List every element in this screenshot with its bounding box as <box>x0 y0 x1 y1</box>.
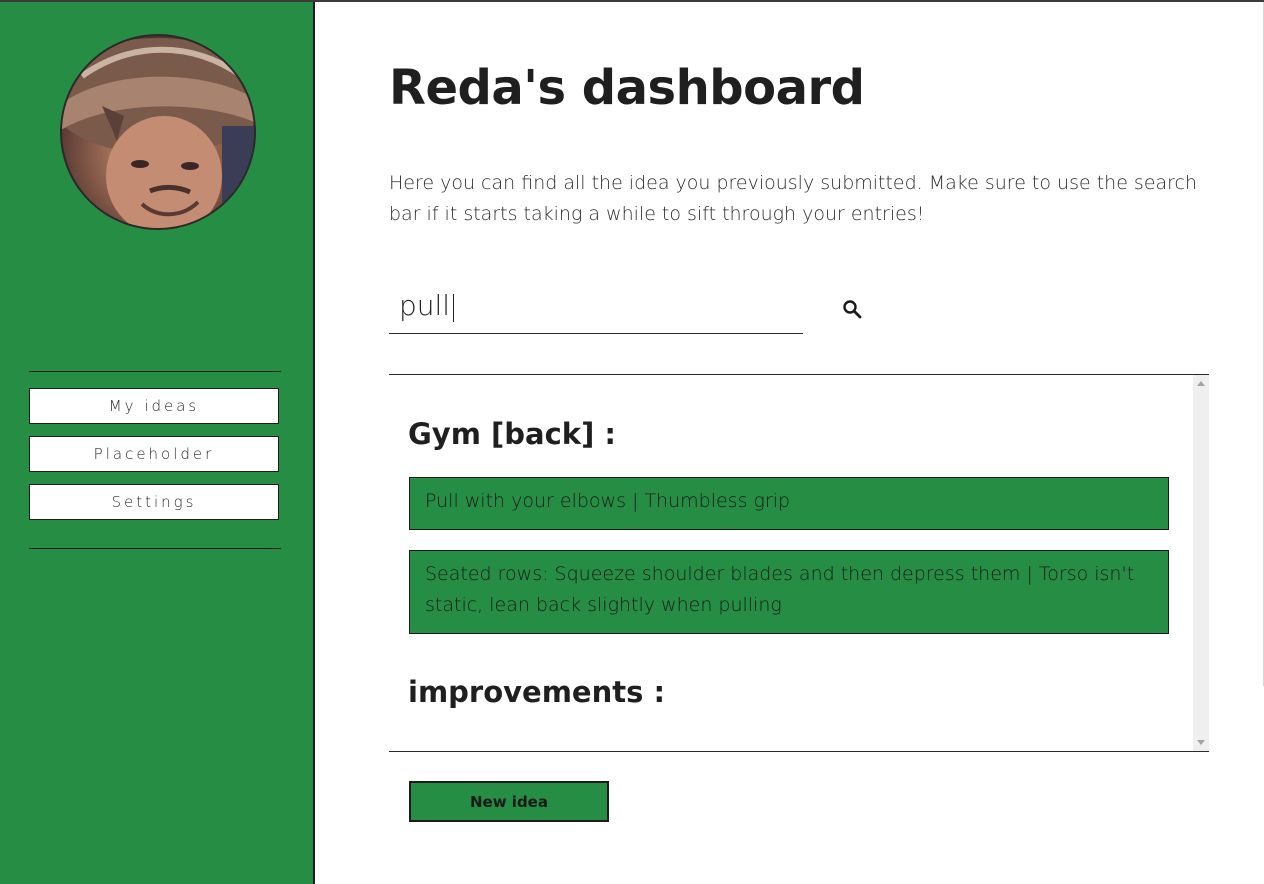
sidebar-item-my-ideas[interactable]: My ideas <box>29 388 279 424</box>
ideas-scrollbar[interactable] <box>1193 375 1209 751</box>
main-content: Reda's dashboard Here you can find all t… <box>315 2 1264 884</box>
new-idea-label: New idea <box>470 792 548 811</box>
category-title: improvements : <box>408 675 666 709</box>
sidebar-item-settings[interactable]: Settings <box>29 484 279 520</box>
sidebar-item-label: Placeholder <box>93 445 215 463</box>
app-window: My ideas Placeholder Settings Reda's das… <box>0 0 1264 884</box>
page-title: Reda's dashboard <box>389 60 865 116</box>
avatar-photo-icon <box>62 38 254 228</box>
category-title: Gym [back] : <box>408 417 617 451</box>
sidebar-divider-bottom <box>29 548 281 549</box>
sidebar-item-placeholder[interactable]: Placeholder <box>29 436 279 472</box>
idea-card[interactable]: Pull with your elbows | Thumbless grip <box>409 477 1169 530</box>
sidebar-item-label: My ideas <box>108 397 200 415</box>
scroll-down-arrow-icon[interactable] <box>1197 740 1205 745</box>
ideas-list-panel: Gym [back] : Pull with your elbows | Thu… <box>389 374 1209 752</box>
text-caret <box>453 294 454 322</box>
search-button[interactable] <box>839 296 865 322</box>
scroll-up-arrow-icon[interactable] <box>1197 381 1205 386</box>
idea-card[interactable]: Seated rows: Squeeze shoulder blades and… <box>409 550 1169 634</box>
idea-text: Seated rows: Squeeze shoulder blades and… <box>425 563 1135 616</box>
idea-text: Pull with your elbows | Thumbless grip <box>425 490 791 512</box>
search-icon <box>843 300 862 319</box>
search-field[interactable] <box>389 282 803 334</box>
avatar[interactable] <box>60 34 256 230</box>
sidebar-divider-top <box>29 371 281 372</box>
intro-text: Here you can find all the idea you previ… <box>389 172 1198 225</box>
sidebar-item-label: Settings <box>111 493 197 511</box>
sidebar: My ideas Placeholder Settings <box>0 2 315 884</box>
ideas-scroll-area[interactable]: Gym [back] : Pull with your elbows | Thu… <box>389 375 1193 751</box>
new-idea-button[interactable]: New idea <box>409 781 609 822</box>
search-input[interactable] <box>389 282 803 328</box>
